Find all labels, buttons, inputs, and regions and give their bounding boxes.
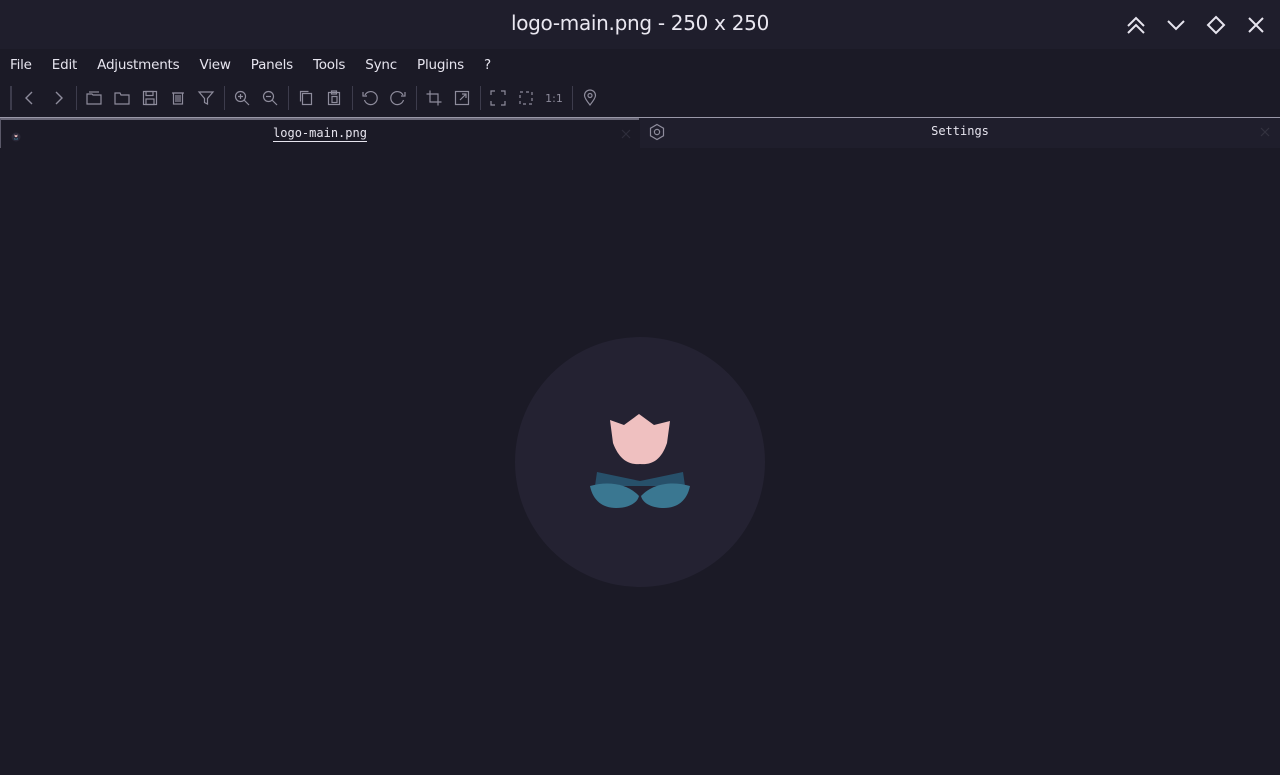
actual-size-label: 1:1 <box>545 91 563 105</box>
diamond-icon[interactable] <box>1201 10 1231 40</box>
window-title: logo-main.png - 250 x 250 <box>510 11 770 35</box>
close-tab-icon[interactable] <box>618 126 634 142</box>
toolbar-separator <box>480 86 481 110</box>
menu-panels[interactable]: Panels <box>251 57 293 73</box>
selection-icon[interactable] <box>514 86 538 110</box>
zoom-out-icon[interactable] <box>258 86 282 110</box>
image-preview <box>515 337 765 587</box>
filter-icon[interactable] <box>194 86 218 110</box>
back-icon[interactable] <box>18 86 42 110</box>
rotate-right-icon[interactable] <box>386 86 410 110</box>
fullscreen-icon[interactable] <box>486 86 510 110</box>
save-icon[interactable] <box>138 86 162 110</box>
chevron-down-icon[interactable] <box>1161 10 1191 40</box>
delete-icon[interactable] <box>166 86 190 110</box>
toolbar-separator <box>224 86 225 110</box>
menu-view[interactable]: View <box>199 57 230 73</box>
title-bar: logo-main.png - 250 x 250 <box>0 0 1280 49</box>
menu-plugins[interactable]: Plugins <box>417 57 464 73</box>
collapse-up-icon[interactable] <box>1121 10 1151 40</box>
close-icon[interactable] <box>1241 10 1271 40</box>
menu-file[interactable]: File <box>10 57 32 73</box>
logo-image <box>515 337 765 587</box>
crop-icon[interactable] <box>422 86 446 110</box>
menu-help[interactable]: ? <box>484 57 491 73</box>
location-pin-icon[interactable] <box>578 86 602 110</box>
menu-bar: File Edit Adjustments View Panels Tools … <box>0 49 1280 80</box>
tab-settings-label: Settings <box>931 124 989 138</box>
resize-icon[interactable] <box>450 86 474 110</box>
open-folder-icon[interactable] <box>110 86 134 110</box>
zoom-in-icon[interactable] <box>230 86 254 110</box>
open-recent-icon[interactable] <box>82 86 106 110</box>
tab-image[interactable]: logo-main.png <box>0 118 639 148</box>
menu-edit[interactable]: Edit <box>52 57 78 73</box>
menu-adjustments[interactable]: Adjustments <box>97 57 180 73</box>
toolbar: 1:1 <box>0 80 1280 117</box>
tab-image-label: logo-main.png <box>273 126 367 142</box>
image-canvas[interactable] <box>0 148 1280 775</box>
actual-size-icon[interactable]: 1:1 <box>542 86 566 110</box>
toolbar-separator <box>352 86 353 110</box>
rotate-left-icon[interactable] <box>358 86 382 110</box>
toolbar-separator <box>572 86 573 110</box>
forward-icon[interactable] <box>46 86 70 110</box>
toolbar-separator <box>416 86 417 110</box>
tab-bar: logo-main.png Settings <box>0 117 1280 148</box>
menu-tools[interactable]: Tools <box>313 57 345 73</box>
toolbar-separator <box>288 86 289 110</box>
menu-sync[interactable]: Sync <box>365 57 397 73</box>
toolbar-separator <box>76 86 77 110</box>
copy-icon[interactable] <box>294 86 318 110</box>
tab-settings[interactable]: Settings <box>640 118 1280 148</box>
paste-icon[interactable] <box>322 86 346 110</box>
close-tab-icon[interactable] <box>1257 124 1273 140</box>
toolbar-grip[interactable] <box>10 86 12 110</box>
